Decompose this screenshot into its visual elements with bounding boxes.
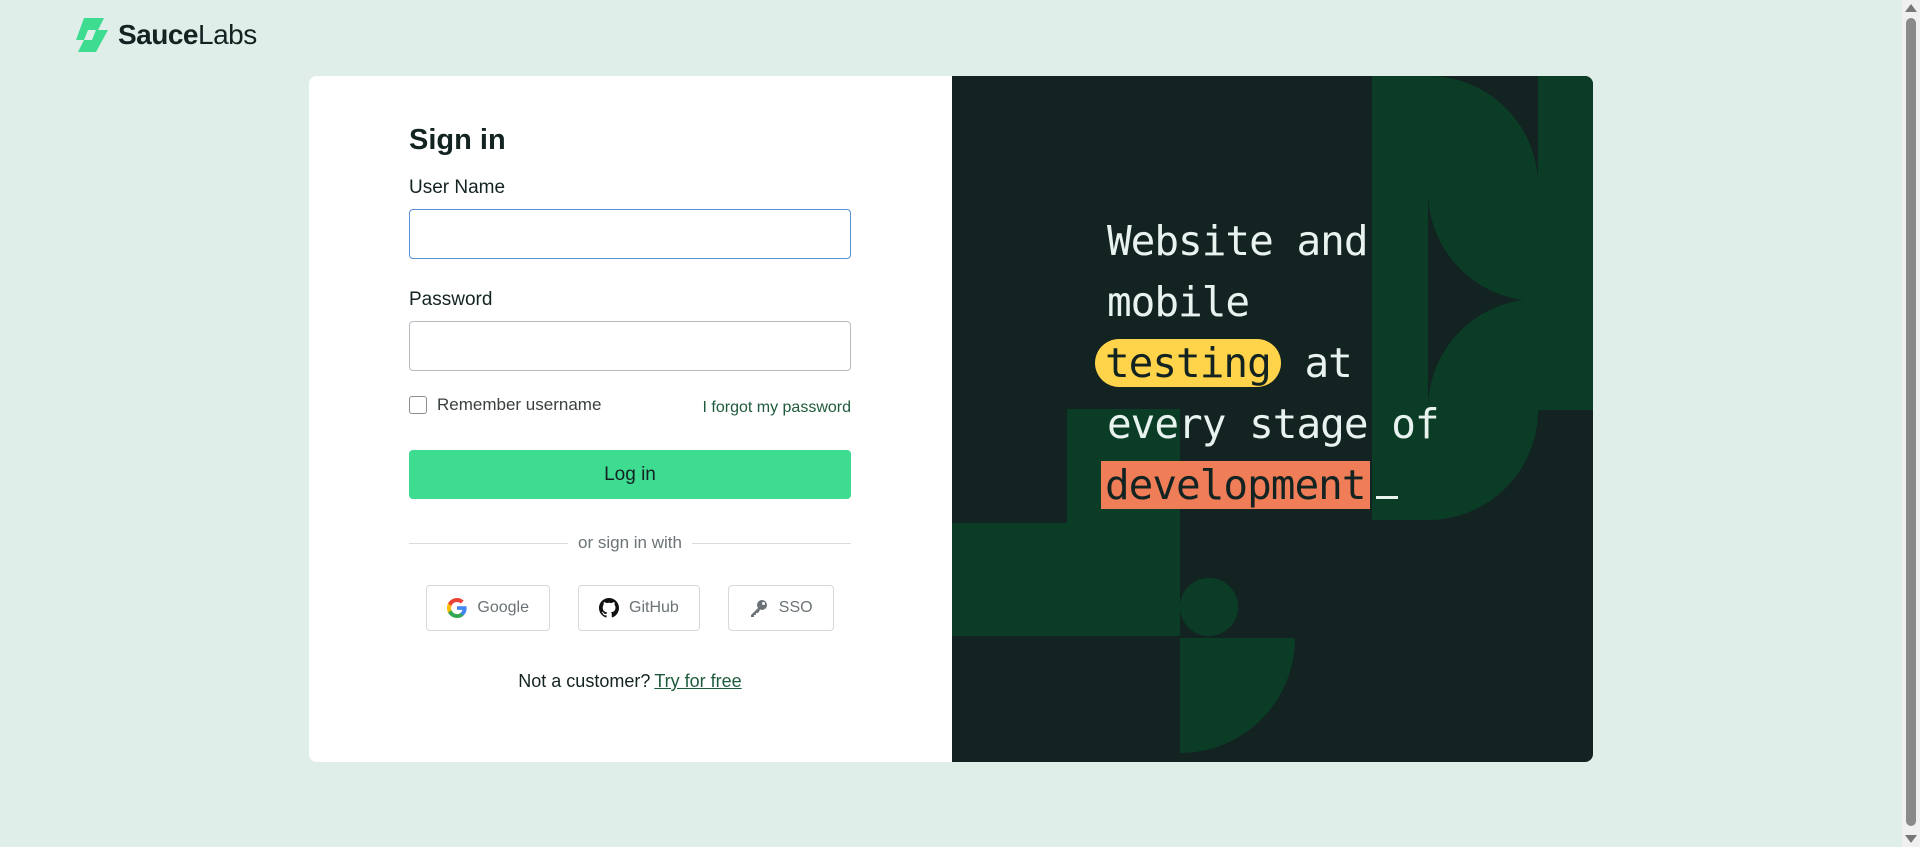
headline-line-1: Website and [1107, 217, 1369, 265]
scroll-down-arrow-icon[interactable] [1905, 835, 1917, 843]
password-label: Password [409, 289, 493, 310]
google-label: Google [477, 599, 529, 616]
divider-line-left [409, 542, 569, 544]
key-icon [750, 600, 767, 617]
headline-line-5: development [1101, 455, 1547, 516]
divider-text: or sign in with [578, 533, 682, 552]
highlight-development: development [1101, 461, 1370, 509]
or-sign-in-divider: or sign in with [409, 533, 851, 553]
login-button[interactable]: Log in [409, 450, 851, 499]
typing-cursor [1375, 496, 1398, 499]
login-card: Sign in User Name Password Remember user… [309, 76, 1593, 762]
saucelabs-logo-icon [76, 18, 108, 52]
google-sign-in-button[interactable]: Google [426, 585, 550, 631]
page-scrollbar[interactable] [1902, 0, 1920, 847]
forgot-password-link[interactable]: I forgot my password [703, 399, 852, 417]
scrollbar-thumb[interactable] [1906, 18, 1916, 826]
headline-line-3: testing at [1095, 333, 1547, 394]
headline-word-at: at [1304, 339, 1352, 387]
github-icon [599, 598, 619, 618]
github-label: GitHub [629, 599, 679, 616]
username-input[interactable] [409, 209, 851, 259]
highlight-testing: testing [1095, 339, 1281, 387]
not-a-customer-text: Not a customer? [518, 671, 651, 691]
scroll-up-arrow-icon[interactable] [1905, 4, 1917, 12]
checkbox-box[interactable] [409, 396, 427, 414]
headline-line-2: mobile [1107, 278, 1250, 326]
github-sign-in-button[interactable]: GitHub [578, 585, 700, 631]
promo-headline: Website and mobile testing at every stag… [1095, 211, 1547, 516]
headline-line-4: every stage of [1107, 400, 1440, 448]
sso-label: SSO [778, 599, 813, 616]
remember-username-checkbox[interactable]: Remember username [409, 395, 601, 415]
username-label: User Name [409, 177, 506, 198]
page-title: Sign in [409, 124, 506, 156]
google-icon [447, 598, 468, 618]
try-for-free-link[interactable]: Try for free [654, 671, 741, 691]
logo-wordmark: SauceLabs [118, 19, 257, 50]
divider-line-right [691, 542, 851, 544]
saucelabs-logo[interactable]: SauceLabs [74, 16, 257, 54]
sign-in-form: Sign in User Name Password Remember user… [409, 124, 851, 692]
remember-username-label: Remember username [437, 395, 602, 414]
promo-panel: Website and mobile testing at every stag… [952, 76, 1593, 762]
sso-sign-in-button[interactable]: SSO [727, 585, 834, 631]
sso-providers: Google GitHub SSO [409, 585, 851, 631]
password-input[interactable] [409, 321, 851, 371]
sign-in-panel: Sign in User Name Password Remember user… [309, 76, 952, 762]
options-row: Remember username I forgot my password [409, 393, 851, 417]
signup-prompt: Not a customer? Try for free [409, 671, 851, 692]
